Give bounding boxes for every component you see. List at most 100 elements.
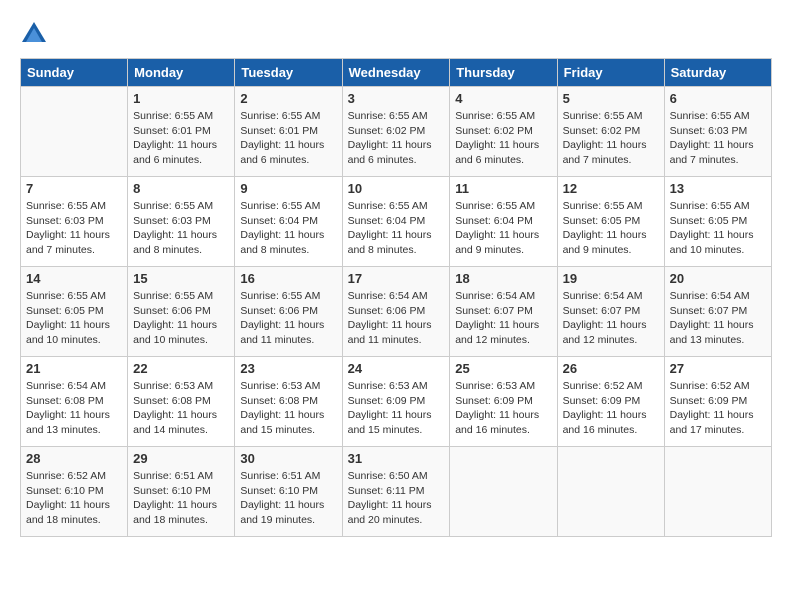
day-number: 26 bbox=[563, 361, 659, 376]
calendar-week-row: 28 Sunrise: 6:52 AM Sunset: 6:10 PM Dayli… bbox=[21, 447, 772, 537]
calendar-cell: 31Sunrise: 6:50 AM Sunset: 6:11 PM Dayli… bbox=[342, 447, 450, 537]
day-info: Sunrise: 6:53 AM Sunset: 6:09 PM Dayligh… bbox=[455, 379, 551, 438]
day-info: Sunrise: 6:51 AM Sunset: 6:10 PM Dayligh… bbox=[240, 469, 336, 528]
page-header bbox=[20, 20, 772, 48]
calendar-cell bbox=[664, 447, 771, 537]
day-info: Sunrise: 6:53 AM Sunset: 6:09 PM Dayligh… bbox=[348, 379, 445, 438]
day-number: 28 bbox=[26, 451, 122, 466]
calendar-cell: 8 Sunrise: 6:55 AM Sunset: 6:03 PM Daylig… bbox=[128, 177, 235, 267]
calendar-cell: 11 Sunrise: 6:55 AM Sunset: 6:04 PM Dayli… bbox=[450, 177, 557, 267]
day-number: 9 bbox=[240, 181, 336, 196]
calendar-cell: 4 Sunrise: 6:55 AM Sunset: 6:02 PM Daylig… bbox=[450, 87, 557, 177]
day-info: Sunrise: 6:54 AM Sunset: 6:08 PM Dayligh… bbox=[26, 379, 122, 438]
calendar-cell: 7 Sunrise: 6:55 AM Sunset: 6:03 PM Daylig… bbox=[21, 177, 128, 267]
day-number: 29 bbox=[133, 451, 229, 466]
calendar-cell: 26 Sunrise: 6:52 AM Sunset: 6:09 PM Dayli… bbox=[557, 357, 664, 447]
day-info: Sunrise: 6:52 AM Sunset: 6:10 PM Dayligh… bbox=[26, 469, 122, 528]
calendar-week-row: 7 Sunrise: 6:55 AM Sunset: 6:03 PM Daylig… bbox=[21, 177, 772, 267]
calendar-cell: 20 Sunrise: 6:54 AM Sunset: 6:07 PM Dayli… bbox=[664, 267, 771, 357]
calendar-cell: 14 Sunrise: 6:55 AM Sunset: 6:05 PM Dayli… bbox=[21, 267, 128, 357]
day-number: 18 bbox=[455, 271, 551, 286]
calendar-cell: 23 Sunrise: 6:53 AM Sunset: 6:08 PM Dayli… bbox=[235, 357, 342, 447]
day-number: 3 bbox=[348, 91, 445, 106]
calendar-cell: 3 Sunrise: 6:55 AM Sunset: 6:02 PM Daylig… bbox=[342, 87, 450, 177]
day-number: 5 bbox=[563, 91, 659, 106]
calendar-cell: 9 Sunrise: 6:55 AM Sunset: 6:04 PM Daylig… bbox=[235, 177, 342, 267]
day-number: 13 bbox=[670, 181, 766, 196]
day-info: Sunrise: 6:52 AM Sunset: 6:09 PM Dayligh… bbox=[670, 379, 766, 438]
day-info: Sunrise: 6:54 AM Sunset: 6:07 PM Dayligh… bbox=[670, 289, 766, 348]
day-number: 8 bbox=[133, 181, 229, 196]
day-number: 14 bbox=[26, 271, 122, 286]
day-info: Sunrise: 6:54 AM Sunset: 6:07 PM Dayligh… bbox=[563, 289, 659, 348]
calendar-cell: 17Sunrise: 6:54 AM Sunset: 6:06 PM Dayli… bbox=[342, 267, 450, 357]
day-info: Sunrise: 6:55 AM Sunset: 6:04 PM Dayligh… bbox=[348, 199, 445, 258]
calendar-cell: 25 Sunrise: 6:53 AM Sunset: 6:09 PM Dayli… bbox=[450, 357, 557, 447]
day-number: 6 bbox=[670, 91, 766, 106]
day-info: Sunrise: 6:55 AM Sunset: 6:03 PM Dayligh… bbox=[26, 199, 122, 258]
day-info: Sunrise: 6:55 AM Sunset: 6:02 PM Dayligh… bbox=[563, 109, 659, 168]
day-info: Sunrise: 6:55 AM Sunset: 6:01 PM Dayligh… bbox=[240, 109, 336, 168]
weekday-header: Saturday bbox=[664, 59, 771, 87]
day-number: 11 bbox=[455, 181, 551, 196]
calendar-cell: 2 Sunrise: 6:55 AM Sunset: 6:01 PM Daylig… bbox=[235, 87, 342, 177]
day-info: Sunrise: 6:50 AM Sunset: 6:11 PM Dayligh… bbox=[348, 469, 445, 528]
calendar-cell: 21 Sunrise: 6:54 AM Sunset: 6:08 PM Dayli… bbox=[21, 357, 128, 447]
weekday-header: Wednesday bbox=[342, 59, 450, 87]
calendar-cell: 5 Sunrise: 6:55 AM Sunset: 6:02 PM Daylig… bbox=[557, 87, 664, 177]
day-info: Sunrise: 6:55 AM Sunset: 6:03 PM Dayligh… bbox=[133, 199, 229, 258]
day-number: 20 bbox=[670, 271, 766, 286]
calendar-cell bbox=[557, 447, 664, 537]
weekday-header: Friday bbox=[557, 59, 664, 87]
calendar-cell: 1 Sunrise: 6:55 AM Sunset: 6:01 PM Daylig… bbox=[128, 87, 235, 177]
day-info: Sunrise: 6:55 AM Sunset: 6:06 PM Dayligh… bbox=[133, 289, 229, 348]
day-number: 4 bbox=[455, 91, 551, 106]
day-number: 27 bbox=[670, 361, 766, 376]
weekday-header: Monday bbox=[128, 59, 235, 87]
day-info: Sunrise: 6:55 AM Sunset: 6:03 PM Dayligh… bbox=[670, 109, 766, 168]
day-number: 12 bbox=[563, 181, 659, 196]
calendar-cell: 13Sunrise: 6:55 AM Sunset: 6:05 PM Dayli… bbox=[664, 177, 771, 267]
calendar-cell: 12Sunrise: 6:55 AM Sunset: 6:05 PM Dayli… bbox=[557, 177, 664, 267]
day-number: 15 bbox=[133, 271, 229, 286]
day-number: 16 bbox=[240, 271, 336, 286]
calendar-week-row: 1 Sunrise: 6:55 AM Sunset: 6:01 PM Daylig… bbox=[21, 87, 772, 177]
day-number: 19 bbox=[563, 271, 659, 286]
day-info: Sunrise: 6:54 AM Sunset: 6:06 PM Dayligh… bbox=[348, 289, 445, 348]
day-info: Sunrise: 6:52 AM Sunset: 6:09 PM Dayligh… bbox=[563, 379, 659, 438]
day-info: Sunrise: 6:51 AM Sunset: 6:10 PM Dayligh… bbox=[133, 469, 229, 528]
calendar-cell: 10Sunrise: 6:55 AM Sunset: 6:04 PM Dayli… bbox=[342, 177, 450, 267]
calendar-cell: 16Sunrise: 6:55 AM Sunset: 6:06 PM Dayli… bbox=[235, 267, 342, 357]
day-info: Sunrise: 6:55 AM Sunset: 6:02 PM Dayligh… bbox=[348, 109, 445, 168]
calendar-header-row: SundayMondayTuesdayWednesdayThursdayFrid… bbox=[21, 59, 772, 87]
calendar-cell bbox=[21, 87, 128, 177]
day-number: 2 bbox=[240, 91, 336, 106]
calendar-cell: 18 Sunrise: 6:54 AM Sunset: 6:07 PM Dayli… bbox=[450, 267, 557, 357]
day-info: Sunrise: 6:55 AM Sunset: 6:04 PM Dayligh… bbox=[240, 199, 336, 258]
day-info: Sunrise: 6:54 AM Sunset: 6:07 PM Dayligh… bbox=[455, 289, 551, 348]
calendar-table: SundayMondayTuesdayWednesdayThursdayFrid… bbox=[20, 58, 772, 537]
logo-icon bbox=[20, 20, 48, 48]
day-number: 1 bbox=[133, 91, 229, 106]
calendar-cell: 6 Sunrise: 6:55 AM Sunset: 6:03 PM Daylig… bbox=[664, 87, 771, 177]
day-info: Sunrise: 6:55 AM Sunset: 6:01 PM Dayligh… bbox=[133, 109, 229, 168]
calendar-cell: 19 Sunrise: 6:54 AM Sunset: 6:07 PM Dayli… bbox=[557, 267, 664, 357]
calendar-cell: 30Sunrise: 6:51 AM Sunset: 6:10 PM Dayli… bbox=[235, 447, 342, 537]
calendar-cell bbox=[450, 447, 557, 537]
day-info: Sunrise: 6:55 AM Sunset: 6:05 PM Dayligh… bbox=[26, 289, 122, 348]
day-info: Sunrise: 6:55 AM Sunset: 6:02 PM Dayligh… bbox=[455, 109, 551, 168]
weekday-header: Sunday bbox=[21, 59, 128, 87]
day-info: Sunrise: 6:53 AM Sunset: 6:08 PM Dayligh… bbox=[133, 379, 229, 438]
day-number: 21 bbox=[26, 361, 122, 376]
calendar-cell: 15 Sunrise: 6:55 AM Sunset: 6:06 PM Dayli… bbox=[128, 267, 235, 357]
day-info: Sunrise: 6:53 AM Sunset: 6:08 PM Dayligh… bbox=[240, 379, 336, 438]
calendar-cell: 22 Sunrise: 6:53 AM Sunset: 6:08 PM Dayli… bbox=[128, 357, 235, 447]
day-number: 25 bbox=[455, 361, 551, 376]
calendar-cell: 24Sunrise: 6:53 AM Sunset: 6:09 PM Dayli… bbox=[342, 357, 450, 447]
day-number: 22 bbox=[133, 361, 229, 376]
day-number: 7 bbox=[26, 181, 122, 196]
day-info: Sunrise: 6:55 AM Sunset: 6:04 PM Dayligh… bbox=[455, 199, 551, 258]
weekday-header: Thursday bbox=[450, 59, 557, 87]
logo bbox=[20, 20, 52, 48]
day-number: 23 bbox=[240, 361, 336, 376]
